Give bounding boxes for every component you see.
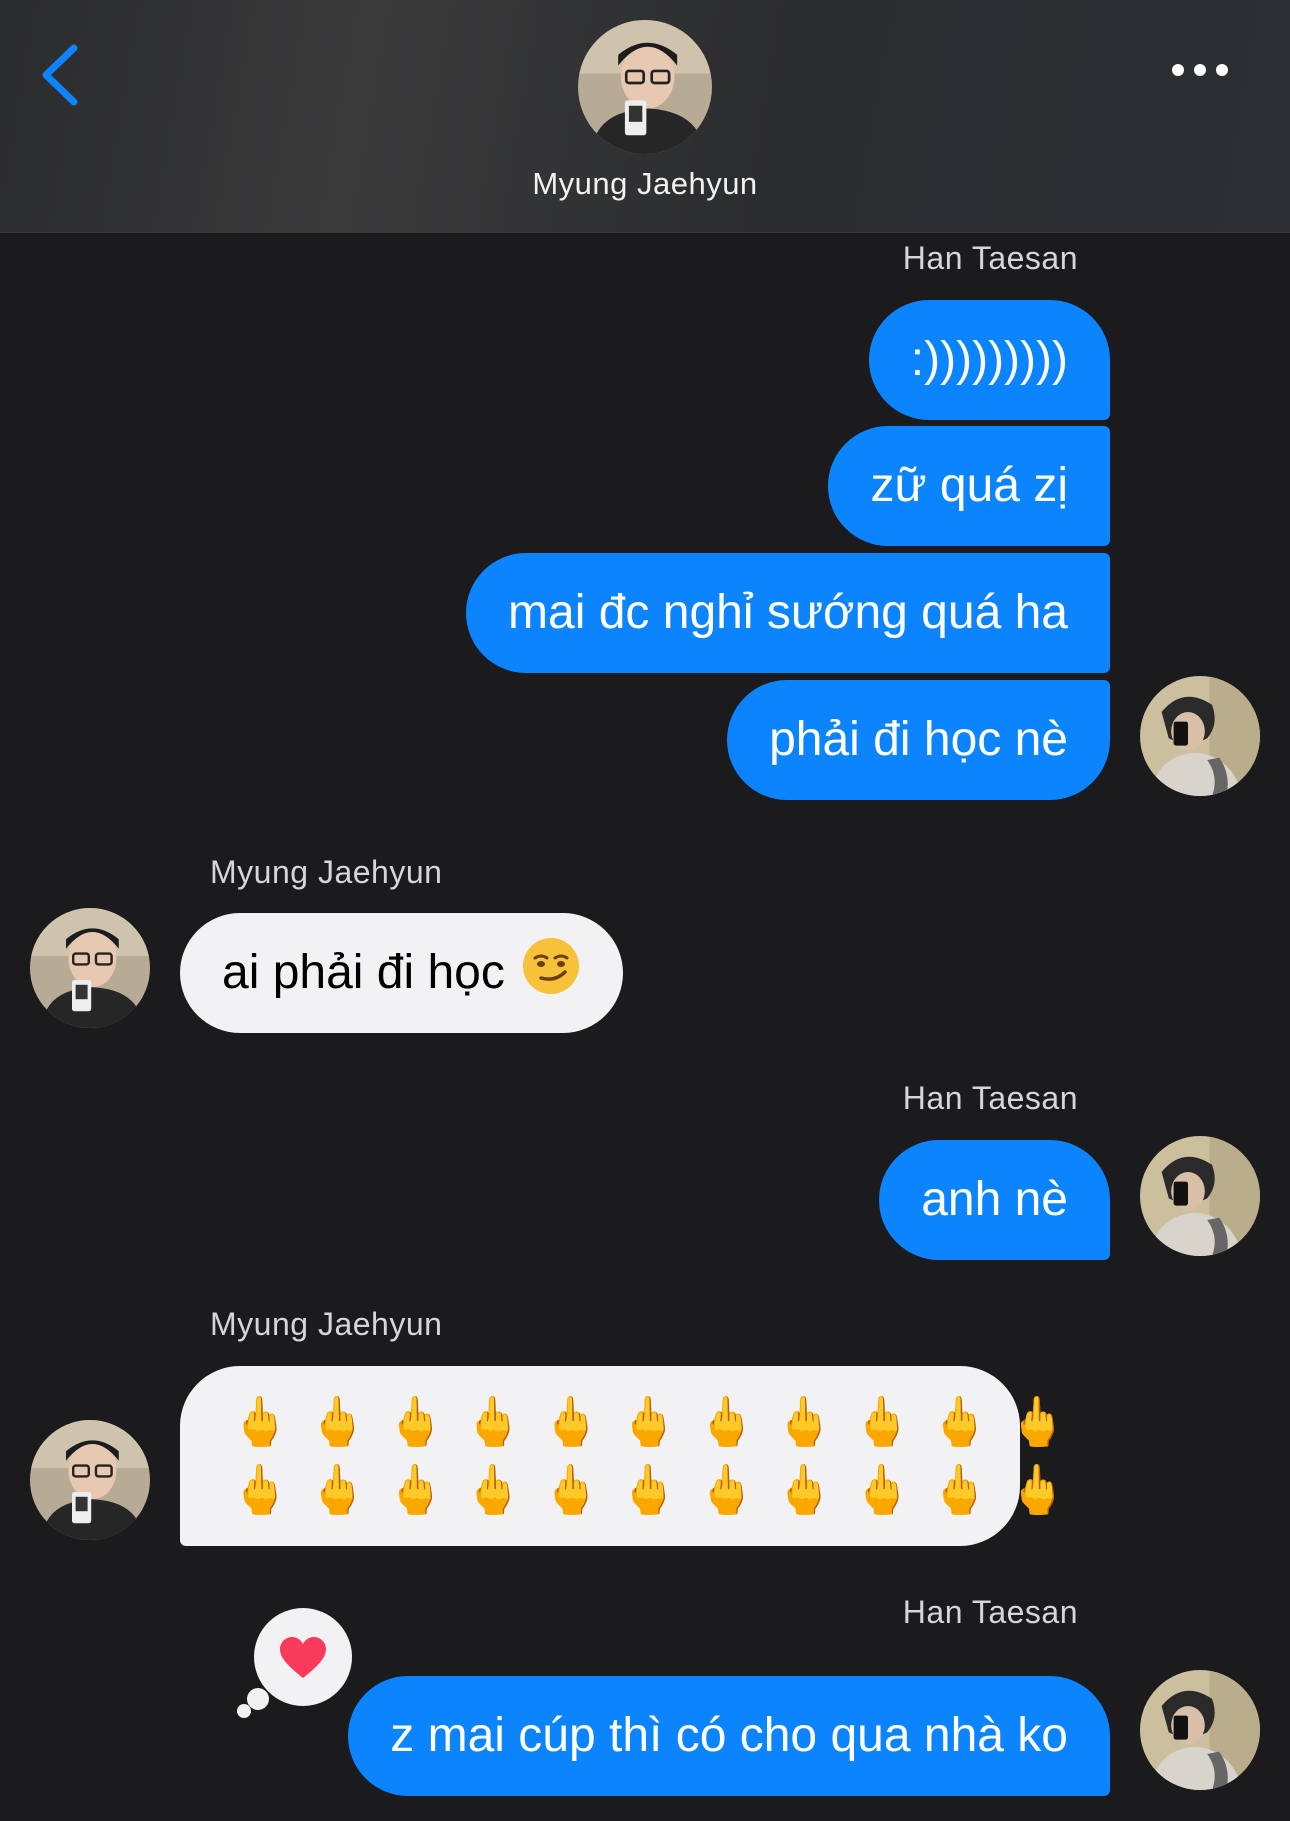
user-avatar[interactable] <box>1140 1670 1260 1790</box>
emoji-message-bubble[interactable]: 🖕🖕🖕🖕🖕🖕🖕🖕🖕🖕🖕 🖕🖕🖕🖕🖕🖕🖕🖕🖕🖕🖕 <box>180 1366 1086 1546</box>
emoji-row: 🖕🖕🖕🖕🖕🖕🖕🖕🖕🖕🖕 <box>230 1394 1086 1450</box>
contact-avatar[interactable] <box>30 1420 150 1540</box>
user-avatar[interactable] <box>1140 676 1260 796</box>
emoji-row: 🖕🖕🖕🖕🖕🖕🖕🖕🖕🖕🖕 <box>230 1462 1086 1518</box>
reaction-tail <box>247 1688 269 1710</box>
contact-avatar[interactable] <box>578 20 712 154</box>
user-avatar[interactable] <box>1140 1136 1260 1256</box>
heart-icon <box>280 1637 326 1678</box>
message-bubble[interactable]: anh nè <box>879 1140 1110 1260</box>
smirking-face-icon <box>522 938 579 994</box>
message-bubble[interactable]: mai đc nghỉ sướng quá ha <box>466 553 1110 673</box>
chat-header: Myung Jaehyun <box>0 0 1290 233</box>
sender-name: Han Taesan <box>902 1594 1078 1630</box>
sender-name: Myung Jaehyun <box>210 854 443 890</box>
message-bubble[interactable]: :))))))))) <box>868 300 1110 420</box>
avatar-photo-icon <box>1140 1670 1260 1790</box>
ellipsis-icon[interactable] <box>1170 56 1230 84</box>
avatar-photo-icon <box>1140 1136 1260 1256</box>
avatar-photo-icon <box>30 1420 150 1540</box>
chevron-left-icon[interactable] <box>36 42 86 108</box>
contact-name[interactable]: Myung Jaehyun <box>0 166 1290 202</box>
avatar-photo-icon <box>30 908 150 1028</box>
message-bubble[interactable]: phải đi học nè <box>727 680 1110 800</box>
sender-name: Han Taesan <box>902 1080 1078 1116</box>
contact-avatar[interactable] <box>30 908 150 1028</box>
avatar-photo-icon <box>578 20 712 154</box>
message-bubble[interactable]: zữ quá zị <box>828 426 1110 546</box>
message-text: ai phải đi học <box>222 946 505 999</box>
sender-name: Myung Jaehyun <box>210 1306 443 1342</box>
avatar-photo-icon <box>1140 676 1260 796</box>
reaction-tail <box>237 1704 251 1718</box>
sender-name: Han Taesan <box>902 240 1078 276</box>
message-bubble[interactable]: z mai cúp thì có cho qua nhà ko <box>348 1676 1110 1796</box>
message-bubble[interactable]: ai phải đi học <box>180 913 623 1033</box>
